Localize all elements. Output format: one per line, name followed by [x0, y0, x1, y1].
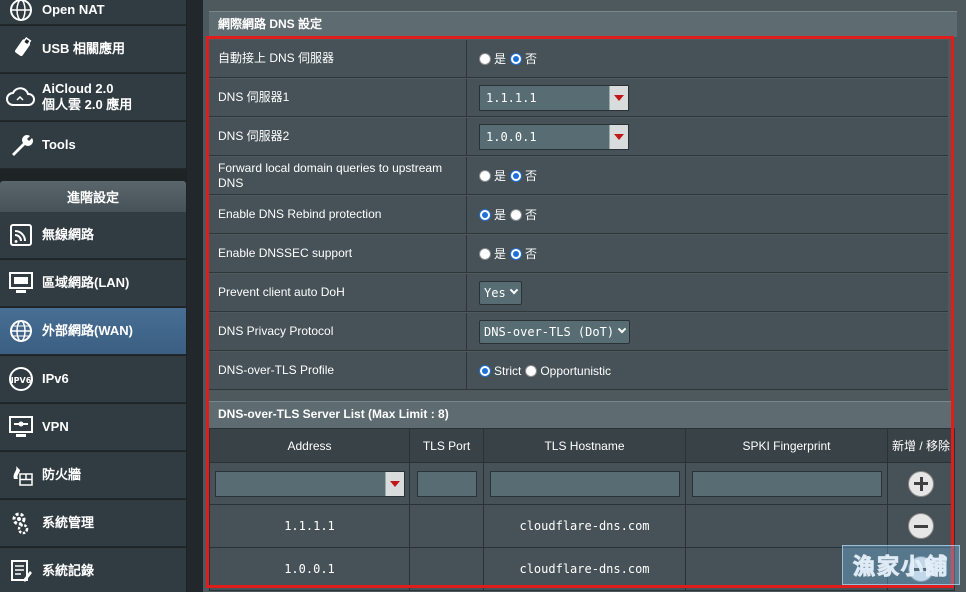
- admin-gear-icon: [0, 510, 42, 536]
- sidebar-item-firewall[interactable]: 防火牆: [0, 452, 186, 499]
- lan-icon: [0, 271, 42, 295]
- globe-icon: [0, 0, 42, 23]
- section-title: 網際網路 DNS 設定: [209, 11, 957, 37]
- cloud-icon: [0, 86, 42, 108]
- usb-icon: [0, 36, 42, 62]
- sidebar-item-label: 防火牆: [42, 467, 82, 482]
- aicloud-subtitle: 個人雲 2.0 應用: [42, 97, 133, 112]
- sidebar-item-label: 區域網路(LAN): [42, 275, 130, 290]
- sidebar-item-label: IPv6: [42, 371, 69, 386]
- firewall-icon: [0, 462, 42, 488]
- sidebar-item-label: 系統記錄: [42, 563, 95, 578]
- svg-text:IPV6: IPV6: [11, 376, 32, 385]
- sidebar-item-wireless[interactable]: 無線網路: [0, 212, 186, 259]
- sidebar-item-open-nat[interactable]: Open NAT: [0, 0, 186, 25]
- highlight-frame: [206, 36, 954, 588]
- sidebar-item-label: Tools: [42, 137, 76, 152]
- vpn-icon: [0, 415, 42, 439]
- sidebar-item-ipv6[interactable]: IPV6 IPv6: [0, 356, 186, 403]
- sidebar-item-aicloud[interactable]: AiCloud 2.0 個人雲 2.0 應用: [0, 74, 186, 121]
- sidebar: Open NAT USB 相關應用 AiCloud 2.0 個人雲 2.0 應用…: [0, 0, 187, 592]
- sidebar-item-tools[interactable]: Tools: [0, 122, 186, 169]
- sidebar-item-log[interactable]: 系統記錄: [0, 548, 186, 592]
- sidebar-item-label: 外部網路(WAN): [42, 323, 133, 338]
- main-panel: 網際網路 DNS 設定 自動接上 DNS 伺服器 是 否 DNS 伺服器1 1.…: [203, 0, 966, 592]
- sidebar-item-label: USB 相關應用: [42, 41, 126, 56]
- wrench-icon: [0, 132, 42, 158]
- sidebar-item-label: AiCloud 2.0 個人雲 2.0 應用: [42, 81, 132, 113]
- sidebar-item-label: VPN: [42, 419, 69, 434]
- sidebar-item-lan[interactable]: 區域網路(LAN): [0, 260, 186, 307]
- watermark-text: 漁家小舖: [852, 554, 949, 580]
- sidebar-item-vpn[interactable]: VPN: [0, 404, 186, 451]
- sidebar-item-label: 無線網路: [42, 227, 95, 242]
- advanced-settings-header: 進階設定: [0, 181, 186, 212]
- watermark-logo: 漁家小舖: [842, 545, 960, 585]
- aicloud-title: AiCloud 2.0: [42, 81, 114, 96]
- sidebar-item-admin[interactable]: 系統管理: [0, 500, 186, 547]
- sidebar-item-usb[interactable]: USB 相關應用: [0, 26, 186, 73]
- wireless-icon: [0, 222, 42, 248]
- sidebar-item-label: Open NAT: [42, 2, 105, 17]
- ipv6-icon: IPV6: [0, 366, 42, 392]
- log-icon: [0, 558, 42, 584]
- sidebar-item-wan[interactable]: 外部網路(WAN): [0, 308, 186, 355]
- sidebar-item-label: 系統管理: [42, 515, 95, 530]
- wan-globe-icon: [0, 318, 42, 344]
